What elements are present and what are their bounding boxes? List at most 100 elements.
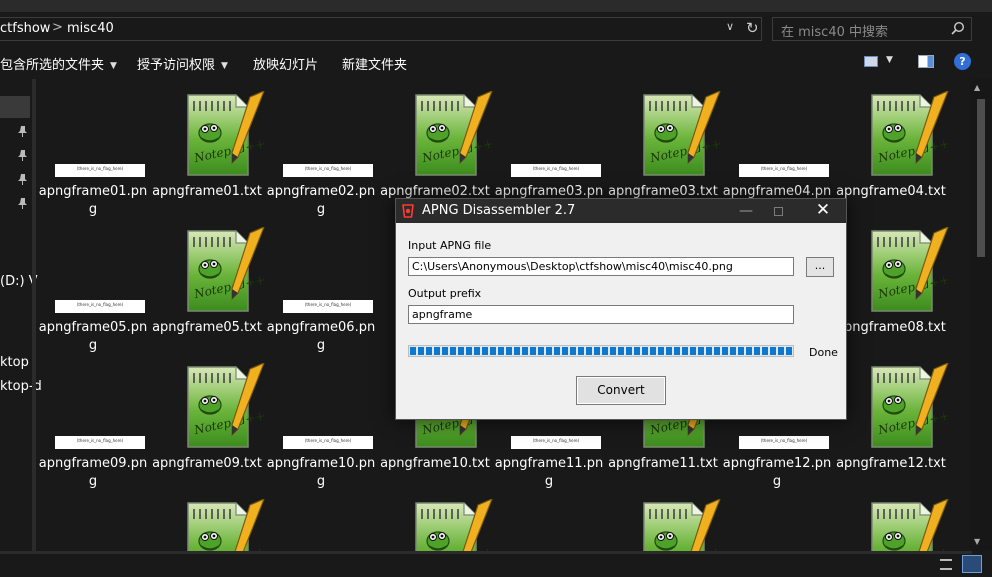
search-icon[interactable] [951, 21, 965, 35]
png-thumbnail: (there_is_no_flag_here) [511, 436, 601, 449]
file-name: apngframe11.png [494, 456, 604, 489]
new-folder-button[interactable]: 新建文件夹 [342, 54, 407, 73]
notepad-plus-plus-icon [415, 91, 496, 176]
png-thumbnail: (there_is_no_flag_here) [55, 436, 145, 449]
minimize-icon[interactable]: — [731, 203, 761, 219]
file-name: apngframe05.png [38, 320, 148, 353]
png-thumbnail: (there_is_no_flag_here) [55, 300, 145, 313]
progress-fill [410, 347, 792, 355]
notepad-plus-plus-icon [643, 499, 724, 551]
breadcrumb-separator[interactable]: > [52, 20, 63, 35]
grant-access-button[interactable]: 授予访问权限 ▼ [137, 54, 228, 73]
path-box[interactable]: ctfshow > misc40 ∨ ↻ [0, 17, 762, 41]
apng-app-icon [402, 204, 414, 218]
thumbnail-text: (there_is_no_flag_here) [760, 166, 808, 171]
maximize-icon[interactable] [774, 207, 783, 216]
grant-access-label: 授予访问权限 [137, 58, 216, 73]
nav-item-desktop[interactable]: ktop [0, 355, 29, 370]
file-name: apngframe01.png [38, 184, 148, 217]
dialog-title-bar[interactable]: APNG Disassembler 2.7 — ✕ [396, 199, 846, 223]
convert-button[interactable]: Convert [576, 376, 666, 405]
png-thumbnail: (there_is_no_flag_here) [283, 436, 373, 449]
thumbnail-text: (there_is_no_flag_here) [76, 166, 124, 171]
notepad-plus-plus-icon [871, 91, 952, 176]
png-thumbnail: (there_is_no_flag_here) [739, 436, 829, 449]
slideshow-button[interactable]: 放映幻灯片 [253, 54, 318, 73]
notepad-plus-plus-icon [871, 227, 952, 312]
window-top-strip [0, 0, 992, 12]
output-prefix-label: Output prefix [408, 287, 482, 300]
pin-icon[interactable] [18, 198, 27, 209]
thumbnail-text: (there_is_no_flag_here) [304, 438, 352, 443]
notepad-plus-plus-icon [187, 499, 268, 551]
thumbnail-text: (there_is_no_flag_here) [304, 166, 352, 171]
horizontal-scrollbar[interactable] [0, 551, 972, 554]
command-bar: 包含所选的文件夹 ▼ 授予访问权限 ▼ 放映幻灯片 新建文件夹 ▼ ? [0, 46, 992, 79]
input-file-field[interactable]: C:\Users\Anonymous\Desktop\ctfshow\misc4… [408, 257, 794, 276]
large-icons-view-icon[interactable] [962, 555, 982, 573]
file-name: apngframe11.txt [608, 456, 718, 471]
file-name: apngframe10.png [266, 456, 376, 489]
png-thumbnail: (there_is_no_flag_here) [283, 164, 373, 177]
include-in-library-label: 包含所选的文件夹 [0, 58, 105, 73]
file-name: apngframe02.png [266, 184, 376, 217]
chevron-down-icon: ▼ [221, 61, 228, 71]
file-name: apngframe09.txt [152, 456, 262, 471]
status-text: Done [809, 346, 838, 359]
file-name: apngframe05.txt [152, 320, 262, 335]
png-thumbnail: (there_is_no_flag_here) [283, 300, 373, 313]
apng-disassembler-dialog: APNG Disassembler 2.7 — ✕ Input APNG fil… [395, 198, 847, 420]
breadcrumb-ctfshow[interactable]: ctfshow [0, 21, 50, 36]
notepad-plus-plus-icon [187, 363, 268, 448]
nav-selected-item[interactable] [0, 96, 30, 118]
thumbnail-text: (there_is_no_flag_here) [532, 438, 580, 443]
dialog-title: APNG Disassembler 2.7 [422, 203, 576, 218]
view-options-chevron-icon[interactable]: ▼ [886, 55, 893, 65]
file-name: apngframe04.txt [836, 184, 946, 199]
file-name: apngframe12.txt [836, 456, 946, 471]
pin-icon[interactable] [18, 150, 27, 161]
notepad-plus-plus-icon [643, 91, 724, 176]
notepad-plus-plus-icon [415, 499, 496, 551]
scrollbar-thumb[interactable] [977, 99, 985, 257]
change-view-icon[interactable] [864, 56, 878, 67]
pin-icon[interactable] [18, 126, 27, 137]
breadcrumb-misc40[interactable]: misc40 [67, 21, 114, 36]
address-history-dropdown-icon[interactable]: ∨ [726, 20, 734, 33]
notepad-plus-plus-icon [187, 91, 268, 176]
input-file-label: Input APNG file [408, 239, 492, 252]
vertical-scrollbar[interactable]: ▲ ▼ [970, 79, 992, 551]
refresh-icon[interactable]: ↻ [746, 19, 759, 37]
details-view-icon[interactable] [940, 559, 952, 570]
file-name: apngframe08.txt [836, 320, 946, 335]
notepad-plus-plus-icon [187, 227, 268, 312]
png-thumbnail: (there_is_no_flag_here) [739, 164, 829, 177]
thumbnail-text: (there_is_no_flag_here) [76, 438, 124, 443]
search-input[interactable]: 在 misc40 中搜索 [772, 17, 972, 41]
png-thumbnail: (there_is_no_flag_here) [511, 164, 601, 177]
thumbnail-text: (there_is_no_flag_here) [304, 302, 352, 307]
search-placeholder[interactable]: 在 misc40 中搜索 [781, 21, 888, 40]
file-name: apngframe12.png [722, 456, 832, 489]
close-icon[interactable]: ✕ [806, 200, 840, 220]
file-name: apngframe01.txt [152, 184, 262, 199]
help-icon[interactable]: ? [954, 53, 971, 70]
browse-button[interactable]: ... [806, 257, 834, 277]
thumbnail-text: (there_is_no_flag_here) [532, 166, 580, 171]
progress-bar [408, 345, 794, 357]
file-name: apngframe09.png [38, 456, 148, 489]
address-bar: ctfshow > misc40 ∨ ↻ 在 misc40 中搜索 [0, 12, 992, 46]
scroll-down-icon[interactable]: ▼ [974, 537, 980, 546]
file-name: apngframe06.png [266, 320, 376, 353]
chevron-down-icon: ▼ [110, 61, 117, 71]
status-bar [0, 551, 992, 577]
include-in-library-button[interactable]: 包含所选的文件夹 ▼ [0, 54, 117, 73]
pin-icon[interactable] [18, 174, 27, 185]
thumbnail-text: (there_is_no_flag_here) [760, 438, 808, 443]
notepad-plus-plus-icon [871, 363, 952, 448]
scroll-up-icon[interactable]: ▲ [974, 83, 980, 92]
navigation-pane: (D:) V ktop ktop-d [0, 79, 42, 551]
thumbnail-text: (there_is_no_flag_here) [76, 302, 124, 307]
preview-pane-icon[interactable] [918, 55, 934, 68]
output-prefix-field[interactable]: apngframe [408, 305, 794, 324]
